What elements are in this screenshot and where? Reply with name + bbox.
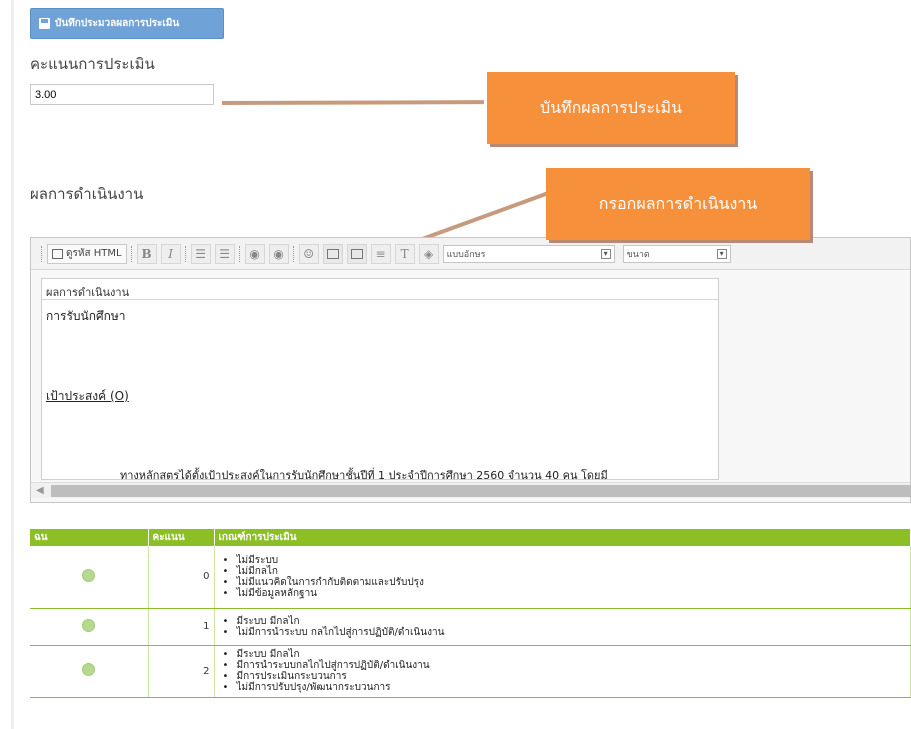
list-item: มีระบบ มีกลไก [223, 649, 911, 660]
chevron-down-icon: ▾ [716, 248, 727, 259]
list-item: ไม่มีการนำระบบ กลไกไปสู่การปฏิบัติ/ดำเนิ… [223, 627, 911, 638]
criteria-cell: มีระบบ มีกลไก มีการนำระบบกลไกไปสู่การปฏิ… [214, 645, 911, 698]
table-row: 0 ไม่มีระบบ ไม่มีกลไก ไม่มีแนวคิดในการกำ… [30, 546, 911, 609]
list-item: มีการนำระบบกลไกไปสู่การปฏิบัติ/ดำเนินงาน [223, 660, 911, 671]
column-header-score: คะแนน [148, 529, 215, 546]
font-size-select-label: ขนาด [626, 249, 650, 260]
background-color-icon[interactable]: ◈ [418, 243, 439, 264]
bold-button[interactable]: B [136, 243, 157, 264]
score-radio-1[interactable] [82, 618, 96, 632]
unlink-icon[interactable]: ◉ [268, 243, 289, 264]
score-cell: 1 [148, 608, 215, 646]
score-cell: 0 [148, 546, 215, 609]
result-label: ผลการดำเนินงาน [30, 185, 144, 203]
radio-cell [30, 608, 149, 646]
score-input[interactable] [30, 84, 214, 105]
rich-text-editor: ดูรหัส HTML B I ☰ ☰ ◉ ◉ ☺ ≡ T ◈ แบบอักษร… [30, 237, 911, 503]
view-source-label: ดูรหัส HTML [66, 248, 122, 259]
editor-content-area[interactable]: ผลการดำเนินงาน การรับนักศึกษา เป้าประสงค… [41, 278, 719, 480]
criteria-cell: มีระบบ มีกลไก ไม่มีการนำระบบ กลไกไปสู่กา… [214, 608, 911, 646]
score-label: คะแนนการประเมิน [30, 55, 155, 73]
criteria-table: ฉน คะแนน เกณฑ์การประเมิน 0 ไม่มีระบบ ไม่… [30, 529, 911, 698]
emoticon-icon[interactable]: ☺ [298, 243, 319, 264]
left-rail [0, 0, 14, 729]
content-heading: การรับนักศึกษา [46, 309, 126, 323]
table-row: 2 มีระบบ มีกลไก มีการนำระบบกลไกไปสู่การป… [30, 645, 911, 698]
criteria-list: มีระบบ มีกลไก มีการนำระบบกลไกไปสู่การปฏิ… [215, 646, 911, 696]
horizontal-scrollbar[interactable]: ◀ [31, 482, 911, 498]
list-item: ไม่มีระบบ [223, 555, 911, 566]
criteria-cell: ไม่มีระบบ ไม่มีกลไก ไม่มีแนวคิดในการกำกั… [214, 546, 911, 609]
chevron-down-icon: ▾ [600, 248, 611, 259]
italic-button[interactable]: I [160, 243, 181, 264]
list-item: ไม่มีข้อมูลหลักฐาน [223, 588, 911, 599]
callout-enter-result: กรอกผลการดำเนินงาน [546, 168, 810, 240]
callout-save-result: บันทึกผลการประเมิน [487, 72, 735, 144]
toolbar-separator [184, 245, 187, 262]
table-icon[interactable] [346, 243, 367, 264]
column-header-select: ฉน [30, 529, 149, 546]
criteria-list: มีระบบ มีกลไก ไม่มีการนำระบบ กลไกไปสู่กา… [215, 613, 911, 641]
list-item: ไม่มีกลไก [223, 566, 911, 577]
criteria-list: ไม่มีระบบ ไม่มีกลไก ไม่มีแนวคิดในการกำกั… [215, 552, 911, 602]
toolbar-separator [238, 245, 241, 262]
save-evaluation-button[interactable]: บันทึกประมวลผลการประเมิน [30, 8, 224, 39]
radio-cell [30, 546, 149, 609]
view-source-button[interactable]: ดูรหัส HTML [47, 243, 127, 264]
score-radio-0[interactable] [82, 568, 96, 582]
source-icon [52, 248, 63, 259]
score-cell: 2 [148, 645, 215, 698]
list-item: มีระบบ มีกลไก [223, 616, 911, 627]
font-family-select[interactable]: แบบอักษร ▾ [442, 244, 615, 263]
font-family-select-label: แบบอักษร [446, 249, 486, 260]
list-item: ไม่มีการปรับปรุง/พัฒนากระบวนการ [223, 682, 911, 693]
save-button-label: บันทึกประมวลผลการประเมิน [55, 18, 180, 29]
content-paragraph: ทางหลักสูตรได้ตั้งเป้าประสงค์ในการรับนัก… [120, 469, 608, 480]
bullet-list-icon[interactable]: ☰ [214, 243, 235, 264]
list-item: ไม่มีแนวคิดในการกำกับติดตามและปรับปรุง [223, 577, 911, 588]
toolbar-separator [130, 245, 133, 262]
toolbar-separator [41, 245, 43, 262]
text-color-icon[interactable]: T [394, 243, 415, 264]
score-radio-2[interactable] [82, 663, 96, 676]
table-frame [350, 248, 363, 259]
image-icon[interactable] [322, 243, 343, 264]
image-frame [326, 248, 339, 259]
column-header-criteria: เกณฑ์การประเมิน [214, 529, 911, 546]
horizontal-rule-icon[interactable]: ≡ [370, 243, 391, 264]
editor-toolbar: ดูรหัส HTML B I ☰ ☰ ◉ ◉ ☺ ≡ T ◈ แบบอักษร… [31, 238, 910, 270]
scroll-left-icon[interactable]: ◀ [36, 485, 44, 496]
list-item: มีการประเมินกระบวนการ [223, 671, 911, 682]
link-icon[interactable]: ◉ [244, 243, 265, 264]
radio-cell [30, 645, 149, 698]
font-size-select[interactable]: ขนาด ▾ [622, 244, 731, 263]
table-row: 1 มีระบบ มีกลไก ไม่มีการนำระบบ กลไกไปสู่… [30, 608, 911, 646]
numbered-list-icon[interactable]: ☰ [190, 243, 211, 264]
content-subheading: เป้าประสงค์ (O) [46, 389, 129, 403]
table-header-row: ฉน คะแนน เกณฑ์การประเมิน [30, 529, 911, 546]
toolbar-separator [292, 245, 295, 262]
save-icon [39, 18, 50, 29]
callout-arrow-save [221, 100, 485, 105]
scrollbar-thumb[interactable] [51, 485, 911, 497]
content-divider [42, 299, 718, 300]
